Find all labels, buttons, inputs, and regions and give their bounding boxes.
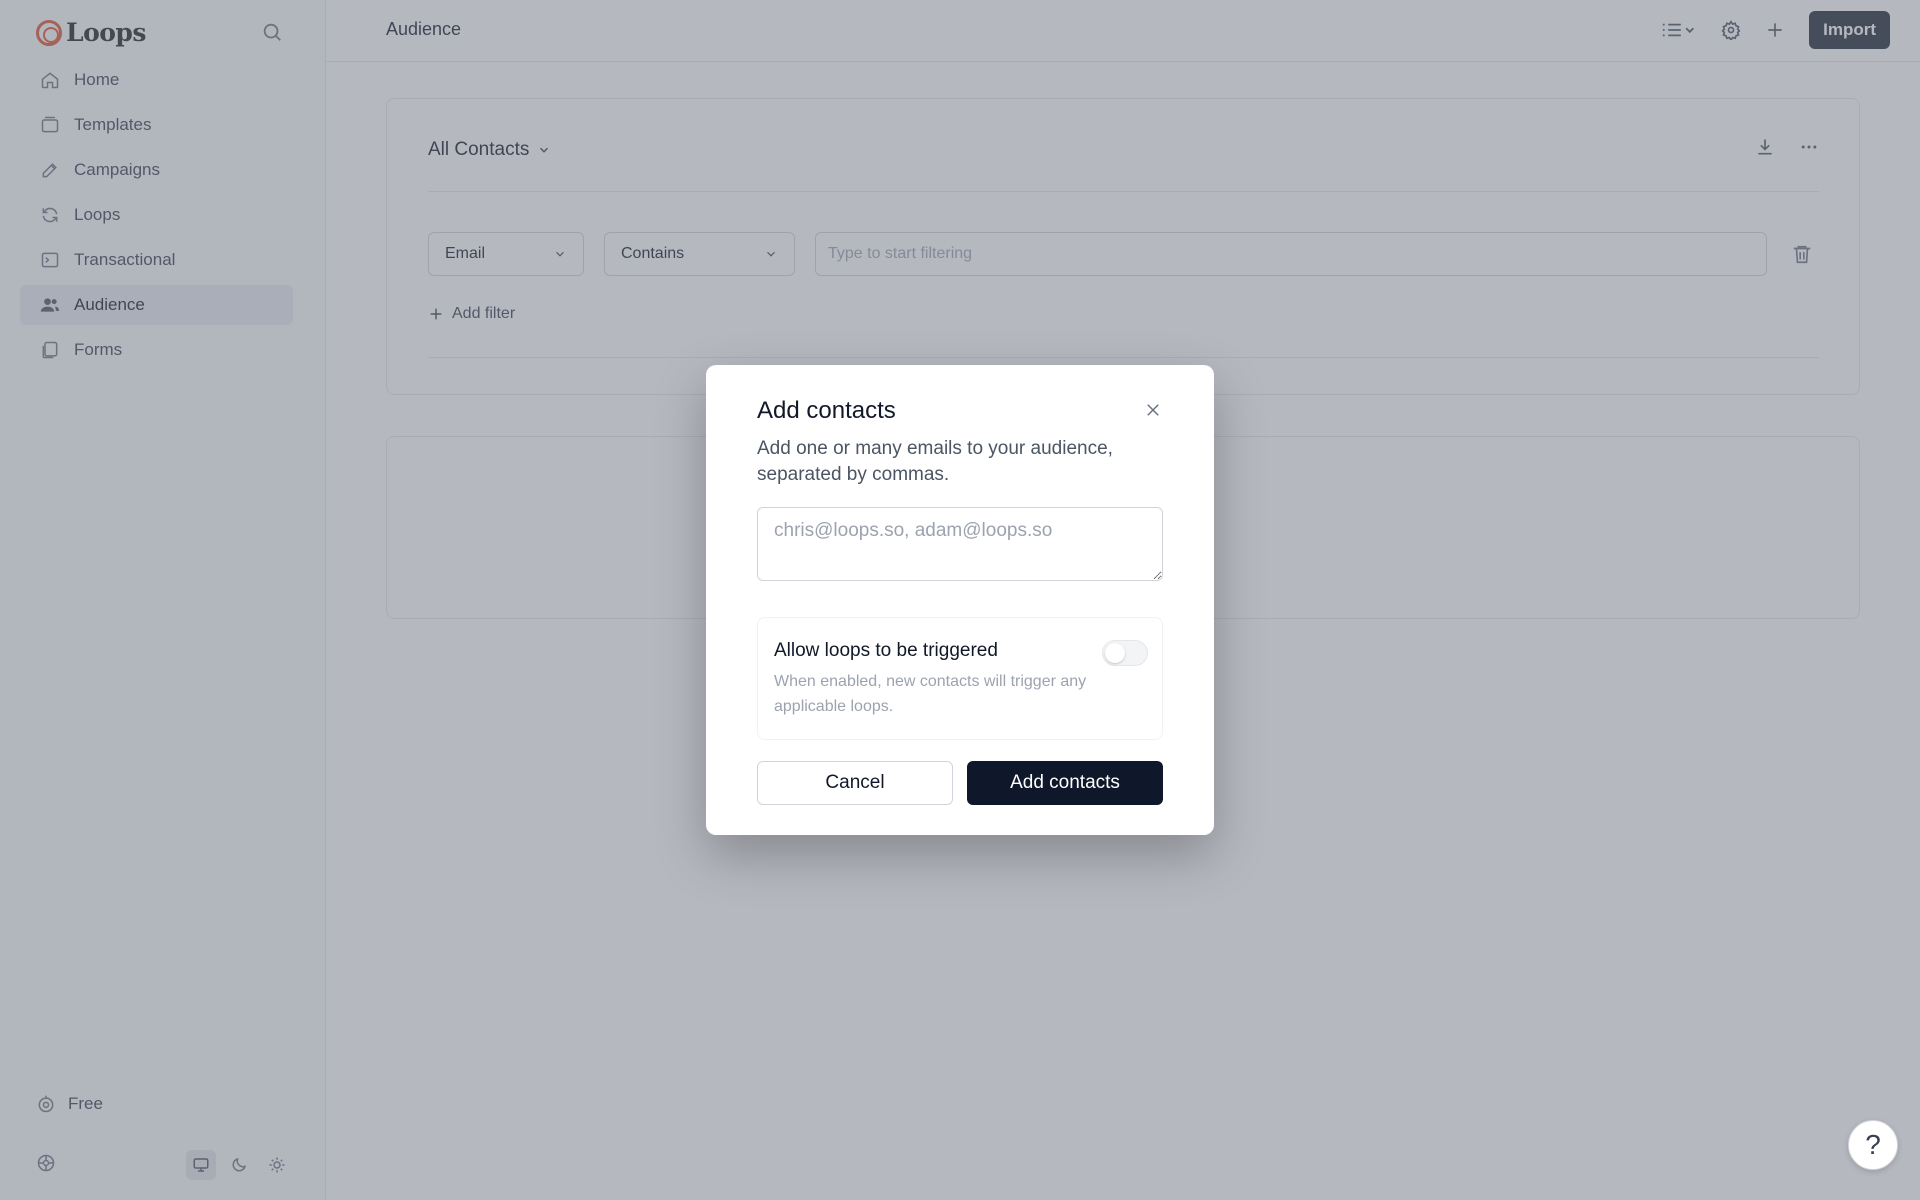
trigger-loops-toggle[interactable]: [1102, 640, 1148, 666]
toggle-description: When enabled, new contacts will trigger …: [774, 673, 1087, 715]
help-button[interactable]: ?: [1848, 1120, 1898, 1170]
dialog-description: Add one or many emails to your audience,…: [757, 438, 1113, 485]
add-contacts-button[interactable]: Add contacts: [967, 761, 1163, 805]
cancel-button[interactable]: Cancel: [757, 761, 953, 805]
add-contacts-dialog: Add contacts Add one or many emails to y…: [706, 365, 1214, 835]
toggle-title: Allow loops to be triggered: [774, 640, 998, 661]
dialog-title: Add contacts: [757, 397, 896, 424]
trigger-loops-setting: Allow loops to be triggered When enabled…: [757, 617, 1163, 740]
emails-textarea[interactable]: [757, 507, 1163, 581]
close-icon[interactable]: [1142, 399, 1164, 421]
